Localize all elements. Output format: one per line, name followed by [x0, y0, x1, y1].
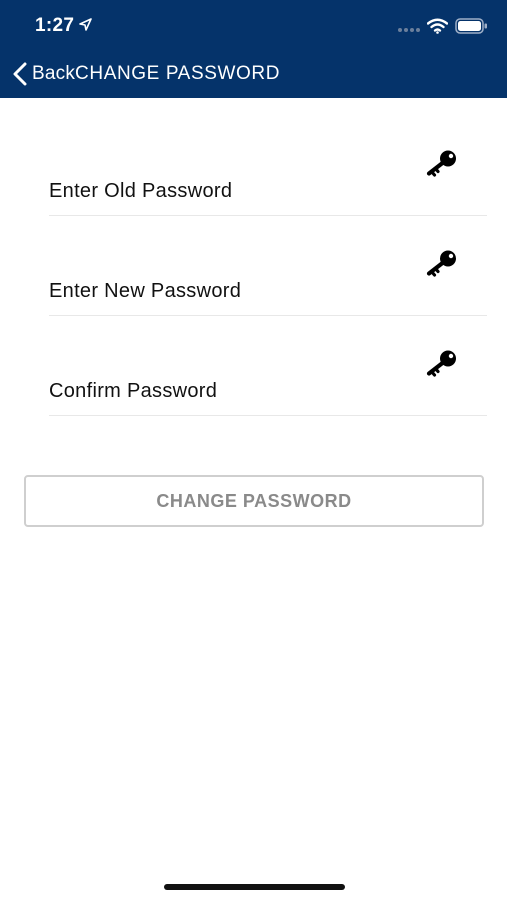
key-icon [426, 350, 456, 377]
chevron-left-icon [13, 62, 27, 86]
new-password-input[interactable] [49, 277, 409, 305]
key-icon [426, 250, 456, 277]
back-label: Back [32, 63, 76, 84]
status-time: 1:27 [35, 15, 75, 36]
home-indicator [164, 884, 345, 890]
new-password-field [49, 215, 487, 316]
location-arrow-icon [79, 18, 92, 31]
app-header: 1:27 Back CHANGE PASSWORD [0, 0, 507, 98]
key-icon [426, 150, 456, 177]
old-password-input[interactable] [49, 177, 409, 205]
confirm-password-field [49, 315, 487, 416]
wifi-icon [427, 18, 448, 34]
navigation-bar: Back CHANGE PASSWORD [0, 50, 507, 98]
confirm-password-input[interactable] [49, 377, 409, 405]
cellular-signal-icon [398, 28, 420, 32]
battery-icon [455, 18, 487, 34]
old-password-field [49, 115, 487, 216]
change-password-button-label: CHANGE PASSWORD [156, 490, 352, 511]
back-button[interactable]: Back CHANGE PASSWORD [12, 60, 280, 88]
page-title: CHANGE PASSWORD [75, 63, 281, 84]
change-password-button[interactable]: CHANGE PASSWORD [24, 475, 484, 527]
status-bar: 1:27 [0, 0, 507, 50]
